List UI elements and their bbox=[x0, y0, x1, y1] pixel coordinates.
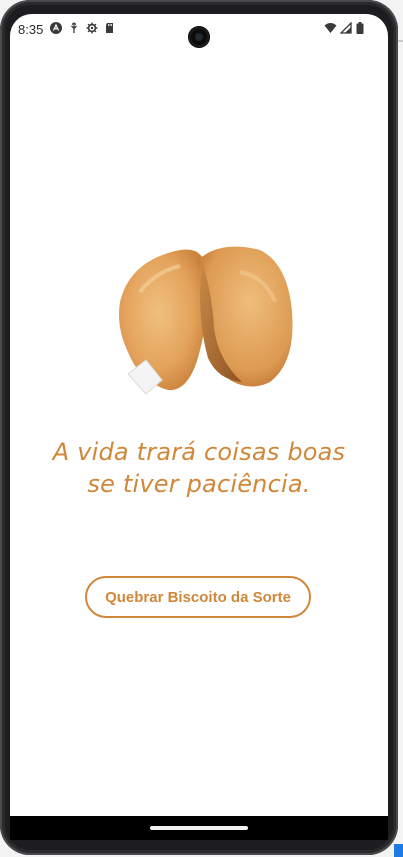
usb-debug-icon bbox=[68, 22, 80, 34]
wifi-icon bbox=[324, 22, 337, 34]
fortune-message-line-1: A vida trará coisas boas bbox=[52, 438, 346, 466]
break-cookie-button[interactable]: Quebrar Biscoito da Sorte bbox=[85, 576, 311, 618]
status-system-icons bbox=[324, 21, 368, 34]
app-screen: 8:35 A vida trará coisas boas se tiver p… bbox=[10, 14, 388, 840]
fortune-message: A vida trará coisas boas se tiver paciên… bbox=[10, 436, 388, 500]
android-studio-icon bbox=[50, 22, 62, 34]
home-indicator-handle[interactable] bbox=[150, 826, 248, 830]
fortune-message-line-2: se tiver paciência. bbox=[87, 470, 311, 498]
gesture-navigation-bar bbox=[10, 816, 388, 840]
sd-card-icon bbox=[104, 22, 116, 34]
status-time: 8:35 bbox=[18, 22, 44, 37]
emulator-device-frame: 8:35 A vida trará coisas boas se tiver p… bbox=[0, 0, 398, 855]
battery-icon bbox=[356, 22, 368, 34]
status-notification-icons bbox=[50, 22, 116, 34]
status-bar: 8:35 bbox=[10, 14, 388, 48]
settings-gear-icon bbox=[86, 22, 98, 34]
cellular-signal-icon bbox=[339, 21, 352, 34]
fortune-cookie-image bbox=[110, 232, 300, 397]
background-taskbar-corner bbox=[394, 844, 403, 857]
front-camera bbox=[188, 26, 210, 48]
